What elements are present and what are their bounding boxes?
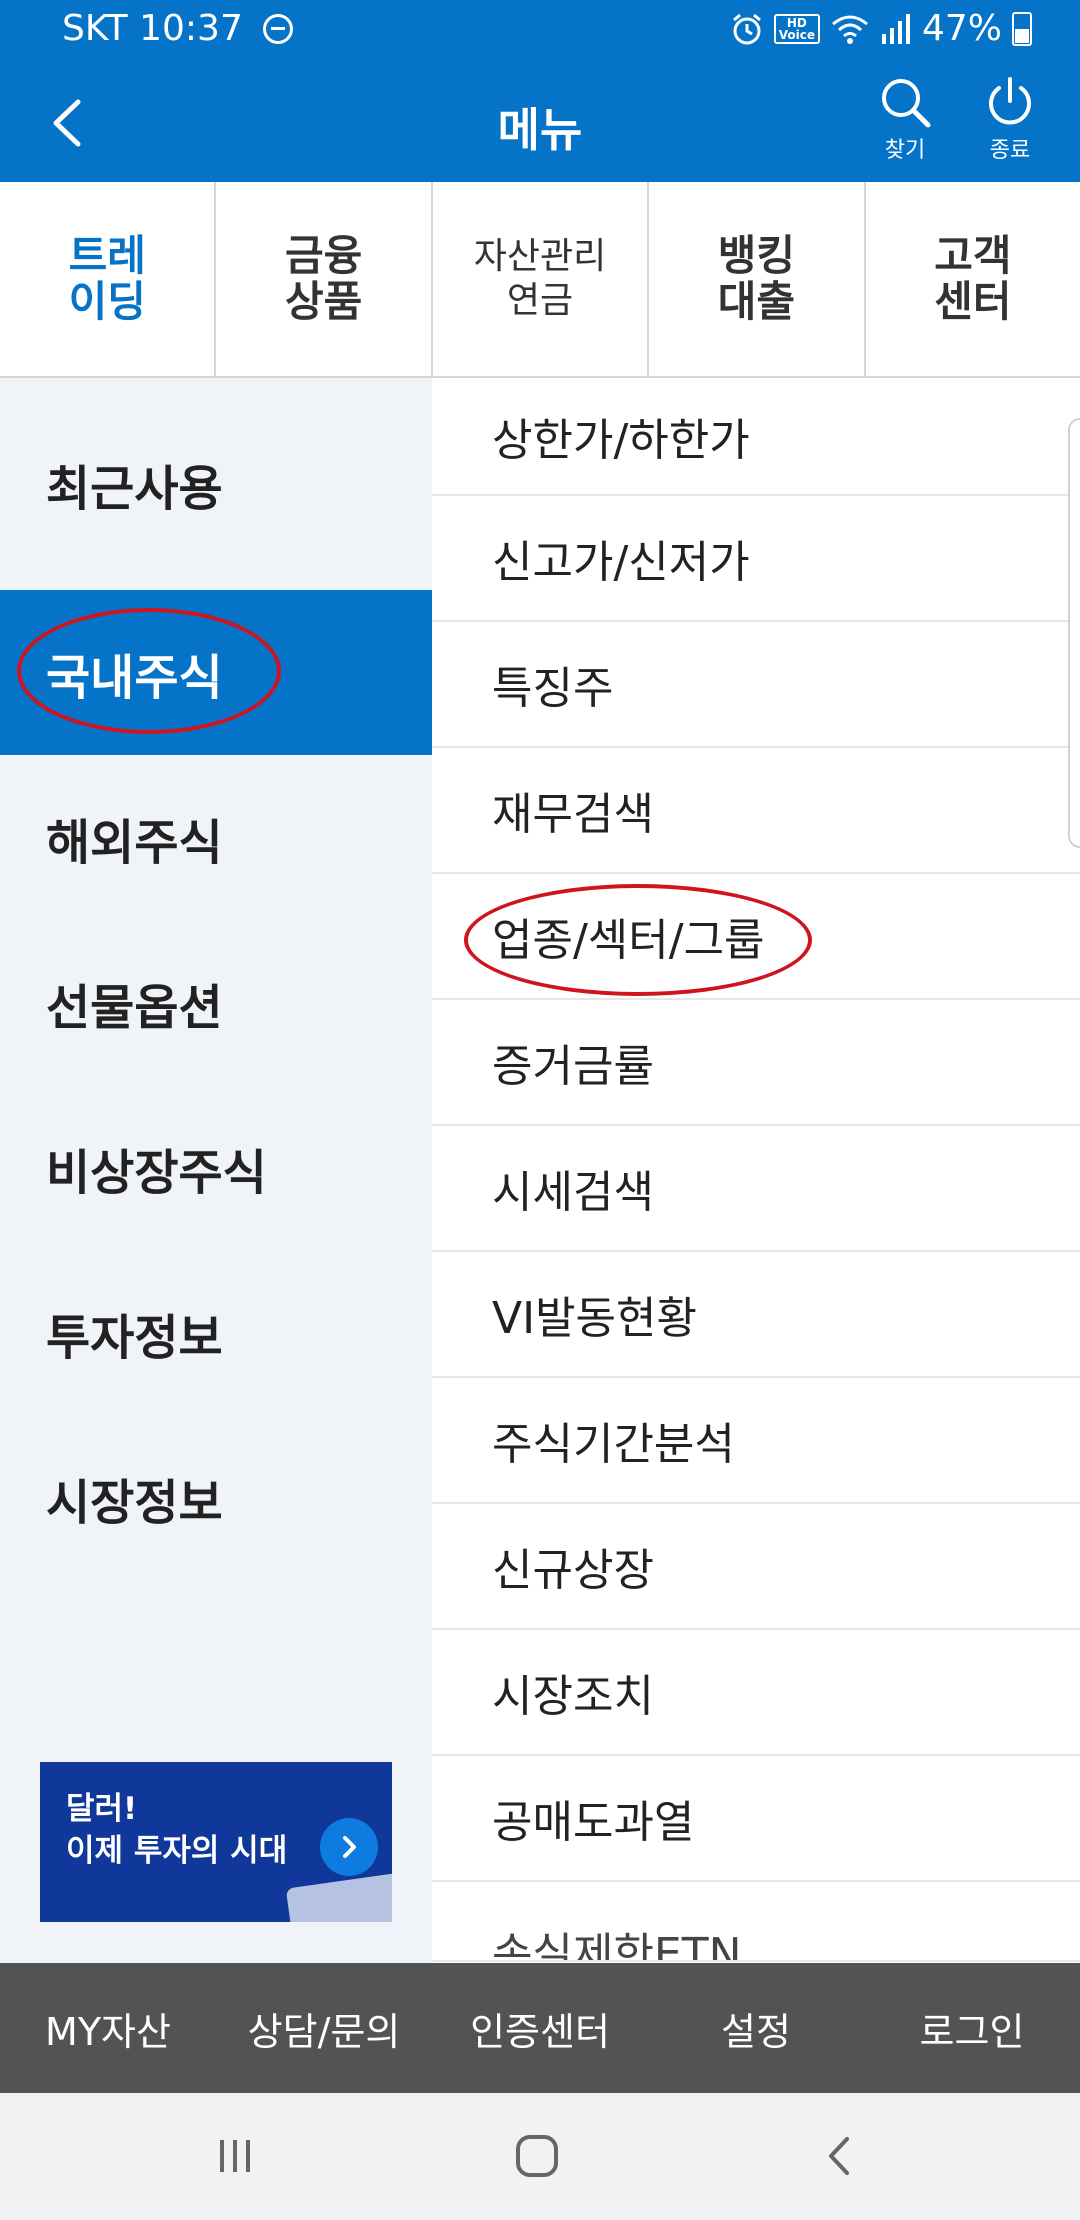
back-icon [829,2137,849,2175]
app-header: 메뉴 찾기 종료 [0,64,1080,182]
promo-banner[interactable]: 달러! 이제 투자의 시대 [40,1762,392,1922]
status-bar: SKT 10:37 HD Voice 47% [0,0,1080,64]
bottom-my-assets[interactable]: MY자산 [0,1963,216,2093]
battery-icon [1012,11,1032,46]
tab-customer-center[interactable]: 고객 센터 [866,182,1080,376]
search-label: 찾기 [884,138,926,163]
submenu-item[interactable]: 시장조치 [432,1630,1080,1756]
carrier-time: SKT 10:37 [62,8,243,49]
recent-apps-button[interactable] [200,2121,270,2191]
submenu-item[interactable]: 시세검색 [432,1126,1080,1252]
hd-voice-icon: HD Voice [773,13,820,44]
exit-button[interactable]: 종료 [965,74,1055,174]
category-tabs: 트레 이딩 금융 상품 자산관리 연금 뱅킹 대출 고객 센터 [0,182,1080,378]
submenu-item[interactable]: VI발동현황 [432,1252,1080,1378]
bottom-settings[interactable]: 설정 [648,1963,864,2093]
submenu-item[interactable]: 재무검색 [432,748,1080,874]
banner-go-button[interactable] [320,1818,378,1876]
left-menu-item-domestic-stocks[interactable]: 국내주식 [0,590,432,755]
submenu-item[interactable]: 신규상장 [432,1504,1080,1630]
left-menu-item-unlisted-stocks[interactable]: 비상장주식 [0,1085,432,1250]
bottom-consult-inquiry[interactable]: 상담/문의 [216,1963,432,2093]
tab-asset-management-pension[interactable]: 자산관리 연금 [433,182,650,376]
system-nav-bar [0,2093,1080,2220]
submenu-item[interactable]: 공매도과열 [432,1756,1080,1882]
submenu-item[interactable]: 증거금률 [432,1000,1080,1126]
scroll-indicator[interactable] [1068,418,1080,848]
left-menu-item-overseas-stocks[interactable]: 해외주식 [0,755,432,920]
left-menu-item-investment-info[interactable]: 투자정보 [0,1250,432,1415]
signal-icon [881,13,910,44]
search-button[interactable]: 찾기 [860,74,950,174]
bottom-bar: MY자산 상담/문의 인증센터 설정 로그인 [0,1963,1080,2093]
submenu-item[interactable]: 신고가/신저가 [432,496,1080,622]
do-not-disturb-icon [262,13,293,44]
submenu-item[interactable]: 손실제한ETN [432,1882,1080,1962]
chevron-right-icon [343,1836,356,1858]
alarm-icon [732,13,761,44]
tab-banking-loans[interactable]: 뱅킹 대출 [649,182,866,376]
system-back-button[interactable] [805,2121,875,2191]
submenu-item[interactable]: 특징주 [432,622,1080,748]
search-icon [882,79,931,128]
submenu-item-sector-group[interactable]: 업종/섹터/그룹 [432,874,1080,1000]
wifi-icon [832,15,868,44]
submenu-list: 상한가/하한가 신고가/신저가 특징주 재무검색 업종/섹터/그룹 증거금률 시… [432,378,1080,1963]
exit-label: 종료 [989,138,1031,163]
recent-apps-icon [220,2140,250,2172]
power-icon [989,77,1031,125]
submenu-item[interactable]: 주식기간분석 [432,1378,1080,1504]
home-button[interactable] [502,2121,572,2191]
tab-trading[interactable]: 트레 이딩 [0,182,217,376]
left-menu-item-recent[interactable]: 최근사용 [0,378,432,590]
bottom-certificate-center[interactable]: 인증센터 [432,1963,648,2093]
battery-percent: 47% [921,8,1002,49]
left-menu: 최근사용 국내주식 해외주식 선물옵션 비상장주식 투자정보 시장정보 [0,378,432,1963]
home-icon [516,2135,558,2177]
bottom-login[interactable]: 로그인 [864,1963,1080,2093]
card-graphic [285,1871,392,1922]
left-menu-item-futures-options[interactable]: 선물옵션 [0,920,432,1085]
tab-financial-products[interactable]: 금융 상품 [216,182,433,376]
submenu-item[interactable]: 상한가/하한가 [432,378,1080,496]
left-menu-item-market-info[interactable]: 시장정보 [0,1415,432,1580]
